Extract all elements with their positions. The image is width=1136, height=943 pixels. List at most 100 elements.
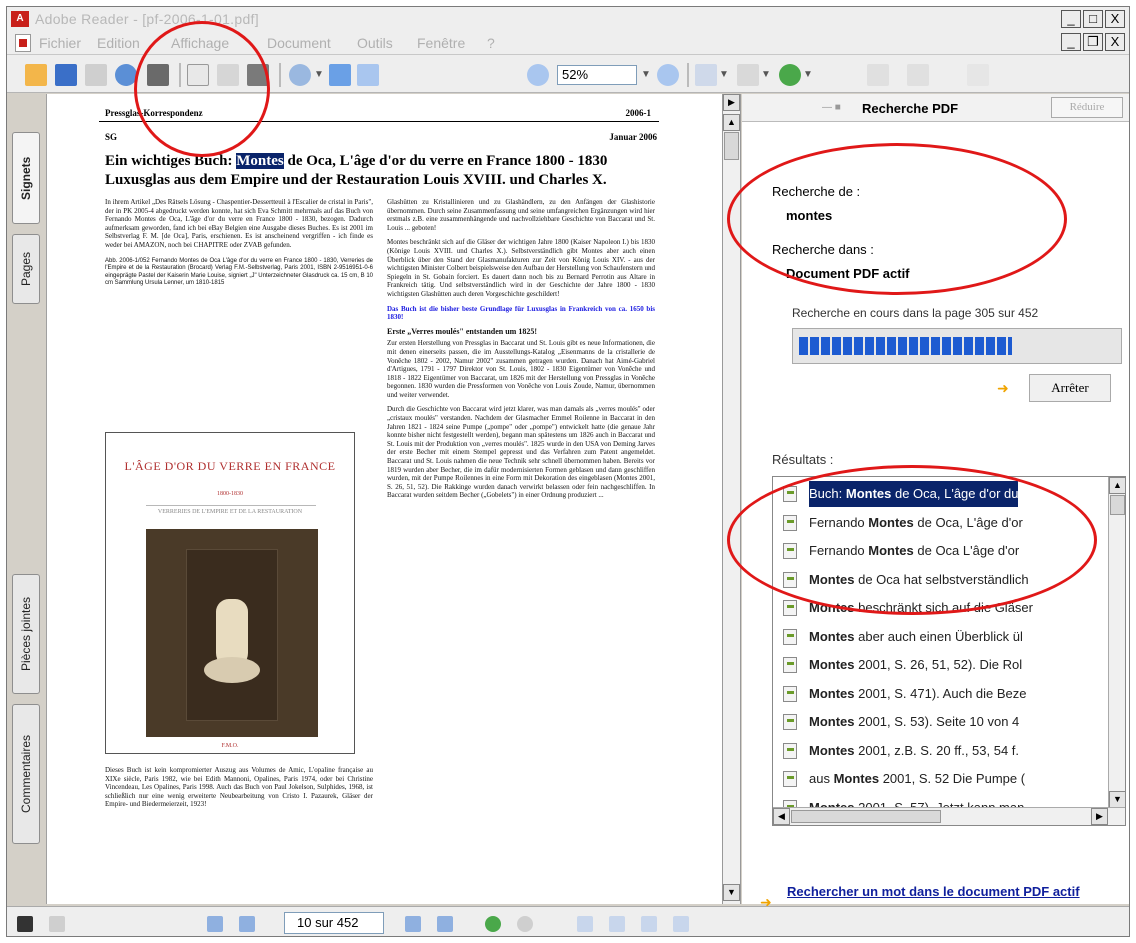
pages-icon[interactable]	[737, 64, 759, 86]
scroll-up-icon[interactable]: ▲	[723, 114, 740, 131]
go-back-icon[interactable]	[485, 916, 501, 932]
scroll-down-icon[interactable]: ▼	[723, 884, 740, 901]
menu-fichier[interactable]: Fichier	[39, 35, 81, 51]
rotate-icon[interactable]	[695, 64, 717, 86]
single-page-icon[interactable]	[577, 916, 593, 932]
menu-affichage[interactable]: Affichage	[171, 35, 229, 51]
select-text-icon[interactable]	[217, 64, 239, 86]
go-forward-icon[interactable]	[517, 916, 533, 932]
forward-icon[interactable]	[907, 64, 929, 86]
collapse-panel-icon[interactable]: ▶	[723, 94, 740, 111]
page-header: Pressglas-Korrespondenz 2006-1	[99, 106, 659, 122]
result-item[interactable]: Montes 2001, S. 53). Seite 10 von 4	[809, 709, 1019, 735]
result-page-icon	[783, 571, 797, 588]
scroll-right-icon[interactable]: ▶	[1091, 808, 1108, 825]
continuous-icon[interactable]	[609, 916, 625, 932]
snapshot-icon[interactable]	[247, 64, 269, 86]
next-page-icon[interactable]	[405, 916, 421, 932]
menu-help[interactable]: ?	[487, 35, 495, 51]
arrow-right-icon: ➜	[997, 380, 1009, 396]
document-icon[interactable]	[15, 34, 31, 52]
chevron-down-icon[interactable]: ▼	[719, 69, 729, 80]
stop-button[interactable]: Arrêter	[1029, 374, 1111, 402]
result-item[interactable]: Montes beschränkt sich auf die Gläser	[809, 595, 1033, 621]
result-prefix: Buch:	[809, 486, 846, 501]
scroll-thumb[interactable]	[1110, 495, 1125, 515]
result-item[interactable]: Montes de Oca hat selbstverständlich	[809, 567, 1029, 593]
article-title: Ein wichtiges Buch: Montes de Oca, L'âge…	[105, 152, 665, 190]
result-item[interactable]: Buch: Montes de Oca, L'âge d'or du	[809, 481, 1019, 507]
result-keyword: Montes	[809, 685, 855, 701]
toolbar-extra-icon[interactable]	[967, 64, 989, 86]
menu-edition[interactable]: Edition	[97, 35, 140, 51]
fit-width-icon[interactable]	[357, 64, 379, 86]
cover-title: L'ÂGE D'OR DU VERRE EN FRANCE	[124, 459, 336, 473]
scroll-up-icon[interactable]: ▲	[1109, 477, 1125, 494]
last-page-icon[interactable]	[437, 916, 453, 932]
zoom-plus-icon[interactable]	[657, 64, 679, 86]
save-icon[interactable]	[55, 64, 77, 86]
zoom-input[interactable]: 52%	[557, 65, 637, 85]
doc-close-button[interactable]: X	[1105, 33, 1125, 51]
page-layout-icon[interactable]	[17, 916, 33, 932]
chevron-down-icon[interactable]: ▼	[761, 69, 771, 80]
tab-commentaires[interactable]: Commentaires	[12, 704, 40, 844]
first-page-icon[interactable]	[207, 916, 223, 932]
section-heading: Erste „Verres moulés" entstanden um 1825…	[387, 326, 537, 336]
document-view[interactable]: Pressglas-Korrespondenz 2006-1 SG Januar…	[47, 94, 723, 904]
result-page-icon	[783, 486, 797, 502]
result-item[interactable]: Montes 2001, S. 471). Auch die Beze	[809, 681, 1027, 707]
tab-signets[interactable]: Signets	[12, 132, 40, 224]
page-thumbnail-icon[interactable]	[49, 916, 65, 932]
doc-minimize-button[interactable]: _	[1061, 33, 1081, 51]
chevron-down-icon[interactable]: ▼	[641, 69, 651, 80]
minimize-button[interactable]: _	[1061, 10, 1081, 28]
result-suffix: de Oca L'âge d'or	[913, 543, 1020, 558]
scroll-down-icon[interactable]: ▼	[1109, 791, 1125, 808]
reduce-button[interactable]: Réduire	[1051, 97, 1123, 118]
document-scrollbar[interactable]: ▶ ▲ ▼	[723, 94, 741, 904]
back-icon[interactable]	[867, 64, 889, 86]
menu-outils[interactable]: Outils	[357, 35, 393, 51]
zoom-out-icon[interactable]	[527, 64, 549, 86]
chevron-down-icon[interactable]: ▼	[314, 69, 324, 80]
hand-tool-icon[interactable]	[187, 64, 209, 86]
results-vertical-scrollbar[interactable]: ▲ ▼	[1108, 477, 1125, 809]
result-item[interactable]: aus Montes 2001, S. 52 Die Pumpe (	[809, 766, 1025, 792]
scroll-left-icon[interactable]: ◀	[773, 808, 790, 825]
scroll-thumb[interactable]	[724, 132, 739, 160]
new-search-link[interactable]: Rechercher un mot dans le document PDF a…	[787, 884, 1080, 900]
result-item[interactable]: Montes aber auch einen Überblick ül	[809, 624, 1023, 650]
result-suffix: 2001, z.B. S. 20 ff., 53, 54 f.	[854, 742, 1020, 758]
continuous-facing-icon[interactable]	[673, 916, 689, 932]
tab-pages[interactable]: Pages	[12, 234, 40, 304]
chevron-down-icon[interactable]: ▼	[803, 69, 813, 80]
zoom-in-icon[interactable]	[289, 64, 311, 86]
doc-restore-button[interactable]: ❐	[1083, 33, 1103, 51]
open-icon[interactable]	[25, 64, 47, 86]
toolbar-separator	[687, 63, 689, 87]
result-page-icon	[783, 771, 797, 787]
previous-page-icon[interactable]	[239, 916, 255, 932]
print-icon[interactable]	[85, 64, 107, 86]
email-icon[interactable]	[115, 64, 137, 86]
result-item[interactable]: Fernando Montes de Oca, L'âge d'or	[809, 510, 1023, 536]
tab-pieces-jointes[interactable]: Pièces jointes	[12, 574, 40, 694]
scroll-thumb[interactable]	[791, 810, 941, 823]
menu-fenetre[interactable]: Fenêtre	[417, 35, 465, 51]
result-item[interactable]: Fernando Montes de Oca L'âge d'or	[809, 538, 1019, 564]
maximize-button[interactable]: □	[1083, 10, 1103, 28]
menu-document[interactable]: Document	[267, 35, 331, 51]
results-horizontal-scrollbar[interactable]: ◀ ▶	[773, 807, 1125, 825]
facing-icon[interactable]	[641, 916, 657, 932]
result-item[interactable]: Montes 2001, z.B. S. 20 ff., 53, 54 f.	[809, 738, 1019, 764]
close-button[interactable]: X	[1105, 10, 1125, 28]
page-number-field[interactable]: 10 sur 452	[284, 912, 384, 934]
result-keyword: Montes	[809, 742, 855, 758]
result-page-icon	[783, 657, 797, 673]
search-icon[interactable]	[147, 64, 169, 86]
search-in-label: Recherche dans :	[772, 242, 874, 257]
help-icon[interactable]	[779, 64, 801, 86]
actual-size-icon[interactable]	[329, 64, 351, 86]
result-item[interactable]: Montes 2001, S. 26, 51, 52). Die Rol	[809, 652, 1022, 678]
